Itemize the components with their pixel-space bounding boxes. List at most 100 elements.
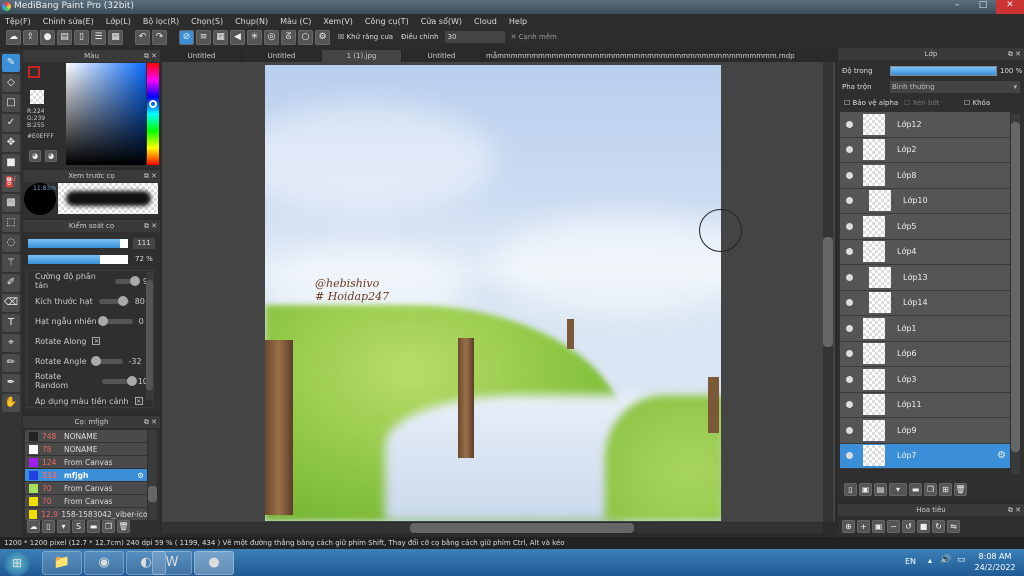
- close-icon[interactable]: ⧉ ✕: [144, 50, 157, 62]
- close-icon[interactable]: ⧉ ✕: [144, 170, 157, 182]
- layer-row[interactable]: Lớp4: [840, 239, 1010, 265]
- redo-icon[interactable]: ↷: [152, 29, 167, 45]
- layer-row[interactable]: Lớp3: [840, 367, 1010, 393]
- layer-row[interactable]: Lớp8: [840, 163, 1010, 189]
- visibility-icon[interactable]: [846, 452, 853, 460]
- foreground-color-swatch[interactable]: [28, 66, 40, 78]
- layer-row[interactable]: Lớp2: [840, 137, 1010, 163]
- layer-row[interactable]: Lớp1: [840, 316, 1010, 342]
- brush-list-item[interactable]: 124 From Canvas: [25, 456, 147, 469]
- brush-size-value[interactable]: 111: [133, 238, 155, 249]
- soft-edge-checkbox[interactable]: ✕ Cạnh mềm: [511, 33, 557, 41]
- chrome-taskbar-icon[interactable]: ◉: [84, 551, 124, 575]
- grid-icon[interactable]: ▦: [108, 29, 123, 45]
- snap-circle-icon[interactable]: ◎: [264, 29, 279, 45]
- close-icon[interactable]: ⧉ ✕: [1008, 504, 1021, 516]
- close-button[interactable]: ✕: [996, 0, 1024, 14]
- document-tab[interactable]: mẫmmmmmmmmmmmmmmmmmmmmmmmmmmmmmmmmmmmmmm…: [482, 50, 795, 62]
- check-tool-icon[interactable]: ✓: [2, 114, 20, 132]
- document-tab[interactable]: 1 (1).jpg: [322, 50, 402, 62]
- lasso-tool-icon[interactable]: ◌: [2, 234, 20, 252]
- snap-settings-icon[interactable]: ⚙: [315, 29, 330, 45]
- minimize-button[interactable]: –: [944, 0, 970, 14]
- protect-alpha-checkbox[interactable]: ☐ Bảo vệ alpha: [844, 99, 898, 107]
- flip-icon[interactable]: ⇋: [947, 520, 960, 533]
- explorer-taskbar-icon[interactable]: 📁: [42, 551, 82, 575]
- brush-tool-icon[interactable]: ✎: [2, 54, 20, 72]
- duplicate-layer-icon[interactable]: ❐: [924, 483, 937, 496]
- word-taskbar-icon[interactable]: W: [152, 551, 192, 575]
- visibility-icon[interactable]: [846, 171, 853, 179]
- close-icon[interactable]: ⧉ ✕: [144, 220, 157, 232]
- brush-script-icon[interactable]: S: [72, 520, 85, 533]
- folder-icon[interactable]: ▬: [909, 483, 922, 496]
- layer-row[interactable]: Lớp10: [840, 188, 1010, 214]
- add-brush-icon[interactable]: ▾: [57, 520, 70, 533]
- visibility-icon[interactable]: [846, 222, 853, 230]
- visibility-icon[interactable]: [846, 146, 853, 154]
- gradient-tool-icon[interactable]: ▩: [2, 194, 20, 212]
- message-icon[interactable]: ▤: [57, 29, 72, 45]
- brush-param-slider[interactable]: [102, 375, 137, 386]
- volume-icon[interactable]: 🔊: [940, 555, 951, 565]
- text-tool-icon[interactable]: T: [2, 314, 20, 332]
- menu-item[interactable]: Tệp(F): [5, 17, 31, 26]
- hand-tool-icon[interactable]: ✋: [2, 394, 20, 412]
- layer-row[interactable]: Lớp9: [840, 418, 1010, 444]
- menu-item[interactable]: Xem(V): [323, 17, 353, 26]
- medibang-taskbar-icon[interactable]: ●: [194, 551, 234, 575]
- brush-list-item[interactable]: 70 From Canvas: [25, 482, 147, 495]
- clock-time[interactable]: 8:08 AM: [975, 552, 1015, 561]
- antialias-checkbox[interactable]: ☒ Khử răng cưa: [338, 33, 393, 41]
- select-eraser-tool-icon[interactable]: ⌫: [2, 294, 20, 312]
- horizontal-scrollbar[interactable]: [162, 523, 823, 533]
- document-tab[interactable]: Untitled: [242, 50, 322, 62]
- layer-row[interactable]: Lớp6: [840, 341, 1010, 367]
- menu-item[interactable]: Chỉnh sửa(E): [43, 17, 94, 26]
- clock-date[interactable]: 24/2/2022: [973, 563, 1017, 572]
- language-indicator[interactable]: EN: [905, 557, 916, 566]
- layer-scrollbar[interactable]: [1011, 114, 1020, 474]
- brush-list-item[interactable]: 111 mfjgh ⚙: [25, 469, 147, 482]
- rotate-left-icon[interactable]: ↺: [902, 520, 915, 533]
- snap-perspective-icon[interactable]: ◀: [230, 29, 245, 45]
- clipping-checkbox[interactable]: ☐ Xén bớt: [904, 99, 939, 107]
- canvas-artwork[interactable]: @hebishivo # Hoidap247: [265, 65, 721, 521]
- brush-list-scrollbar[interactable]: [148, 430, 157, 520]
- brush-size-slider[interactable]: [28, 239, 128, 248]
- visibility-icon[interactable]: [846, 299, 853, 307]
- divide-tool-icon[interactable]: ✏: [2, 354, 20, 372]
- layer-row[interactable]: Lớp12: [840, 112, 1010, 138]
- operation-tool-icon[interactable]: ⌖: [2, 334, 20, 352]
- layer-row[interactable]: Lớp5: [840, 214, 1010, 240]
- bucket-tool-icon[interactable]: ⛽: [2, 174, 20, 192]
- new-brush-icon[interactable]: ▯: [42, 520, 55, 533]
- brush-list-item[interactable]: 70 From Canvas: [25, 495, 147, 508]
- snap-curve-icon[interactable]: ᘔ: [281, 29, 296, 45]
- color-history-icon[interactable]: ◕: [45, 150, 57, 162]
- brush-list-item[interactable]: 748 NONAME: [25, 430, 147, 443]
- layer-row[interactable]: Lớp13: [840, 265, 1010, 291]
- snap-off-icon[interactable]: ⊘: [179, 29, 194, 45]
- select-tool-icon[interactable]: ⬚: [2, 214, 20, 232]
- duplicate-icon[interactable]: ❐: [102, 520, 115, 533]
- start-button[interactable]: ⊞: [4, 550, 30, 576]
- snap-parallel-icon[interactable]: ≡: [196, 29, 211, 45]
- brush-param-slider[interactable]: [98, 295, 129, 306]
- brush-opacity-slider[interactable]: [28, 255, 128, 264]
- close-icon[interactable]: ⧉ ✕: [144, 416, 157, 428]
- menu-item[interactable]: Cửa sổ(W): [421, 17, 462, 26]
- delete-icon[interactable]: 🗑: [117, 520, 130, 533]
- list-icon[interactable]: ☰: [91, 29, 106, 45]
- snap-radial-icon[interactable]: ✳: [247, 29, 262, 45]
- page-icon[interactable]: ▯: [74, 29, 89, 45]
- new-halftone-layer-icon[interactable]: ▣: [859, 483, 872, 496]
- zoom-in-icon[interactable]: +: [857, 520, 870, 533]
- layer-row[interactable]: Lớp7 ⚙: [840, 443, 1010, 469]
- cloud-brush-icon[interactable]: ☁: [27, 520, 40, 533]
- move-tool-icon[interactable]: ✥: [2, 134, 20, 152]
- snap-ellipse-icon[interactable]: ○: [298, 29, 313, 45]
- rectangle-tool-icon[interactable]: □: [2, 94, 20, 112]
- layer-opacity-slider[interactable]: [890, 66, 997, 76]
- params-scrollbar[interactable]: [146, 272, 153, 400]
